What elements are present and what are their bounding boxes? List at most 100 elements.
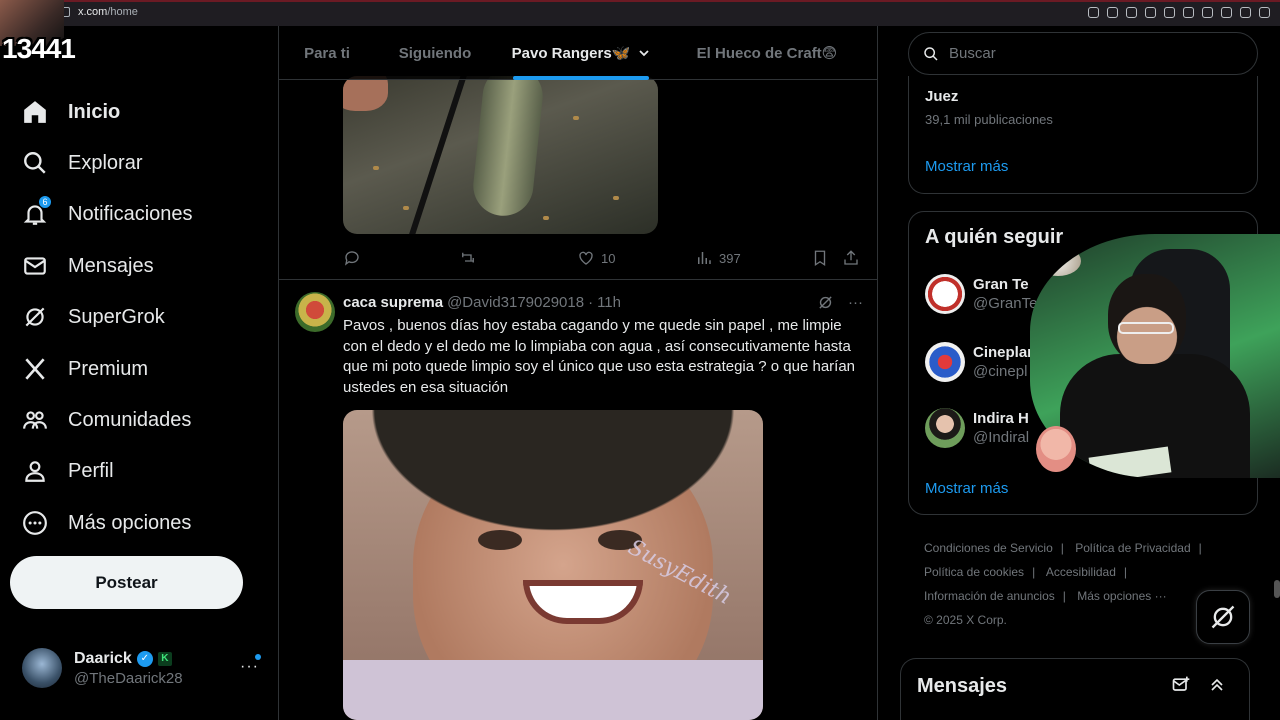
search-input[interactable]: Buscar	[908, 32, 1258, 75]
like-button[interactable]: 10	[577, 249, 615, 267]
trends-card: Juez 39,1 mil publicaciones Mostrar más	[908, 76, 1258, 194]
play-icon[interactable]	[1164, 7, 1175, 18]
sidebar-item-label: Premium	[68, 357, 149, 380]
tab-el-hueco-de-craft[interactable]: El Hueco de Craft😨	[667, 26, 867, 80]
tweet-actions: 10 397	[343, 248, 863, 268]
messages-title: Mensajes	[917, 675, 1008, 697]
affiliate-badge: K	[157, 651, 172, 666]
footer-link[interactable]: Accesibilidad	[1046, 565, 1116, 579]
person-icon	[25, 461, 45, 482]
sidebar-item-label: Explorar	[68, 151, 143, 174]
sidebar-item-label: Notificaciones	[68, 202, 193, 225]
tweet-more-icon[interactable]: ···	[848, 294, 863, 311]
extensions-puzzle-icon[interactable]	[1221, 7, 1232, 18]
sidebar-item-perfil[interactable]: Perfil	[22, 453, 114, 489]
footer-link[interactable]: Más opciones ···	[1077, 589, 1166, 603]
timeline: Para ti Siguiendo Pavo Rangers🦋 El Hueco…	[278, 26, 878, 720]
heart-icon	[579, 251, 593, 265]
grok-icon	[25, 307, 45, 327]
reply-button[interactable]	[343, 249, 361, 267]
pin-icon[interactable]	[1107, 7, 1118, 18]
download-icon[interactable]	[1240, 7, 1251, 18]
verified-badge-icon: ✓	[136, 650, 153, 667]
account-name: Daarick	[74, 649, 132, 667]
views-button[interactable]: 397	[695, 249, 741, 267]
sidebar-item-explorar[interactable]: Explorar	[22, 145, 142, 181]
tab-pavo-rangers[interactable]: Pavo Rangers🦋	[495, 26, 667, 80]
bookmark-icon[interactable]	[1126, 7, 1137, 18]
retweet-button[interactable]	[459, 249, 477, 267]
account-switcher[interactable]: Daarick ✓ K @TheDaarick28 ···	[22, 646, 267, 690]
bookmark-icon	[814, 250, 826, 267]
heart-icon[interactable]	[1183, 7, 1194, 18]
zoom-icon[interactable]	[1088, 7, 1099, 18]
footer-link[interactable]: Política de Privacidad	[1075, 541, 1190, 555]
avatar[interactable]	[295, 292, 335, 332]
show-more-link[interactable]: Mostrar más	[925, 480, 1008, 497]
tweet-author-name[interactable]: caca suprema	[343, 294, 443, 311]
sidebar-item-label: Perfil	[68, 459, 114, 482]
footer-link[interactable]: Política de cookies	[924, 565, 1024, 579]
tweet-author-handle[interactable]: @David3179029018	[447, 294, 584, 311]
x-logo-icon	[25, 358, 45, 380]
browser-toolbar: x.com/home	[0, 0, 1280, 26]
avatar	[925, 408, 965, 448]
sidebar-item-mensajes[interactable]: Mensajes	[22, 248, 154, 284]
trend-post-count: 39,1 mil publicaciones	[925, 112, 1053, 127]
tab-para-ti[interactable]: Para ti	[279, 26, 375, 80]
tweet-divider	[279, 279, 877, 280]
avatar	[925, 342, 965, 382]
post-button[interactable]: Postear	[10, 556, 243, 609]
search-placeholder: Buscar	[949, 45, 996, 62]
search-icon	[24, 152, 46, 174]
sidebar-item-notificaciones[interactable]: 6 Notificaciones	[22, 195, 193, 232]
search-icon	[924, 46, 938, 61]
sidebar-item-premium[interactable]: Premium	[22, 351, 148, 387]
bookmark-button[interactable]	[811, 249, 829, 267]
trend-name[interactable]: Juez	[925, 88, 958, 105]
tab-siguiendo[interactable]: Siguiendo	[375, 26, 495, 80]
address-bar[interactable]: x.com/home	[60, 6, 138, 18]
share-button[interactable]	[842, 249, 860, 267]
new-message-icon[interactable]	[1171, 675, 1191, 695]
menu-icon[interactable]	[1259, 7, 1270, 18]
chevron-double-up-icon[interactable]	[1207, 675, 1227, 695]
browser-extension-icons	[1088, 7, 1270, 18]
sidebar-item-label: Inicio	[68, 100, 121, 123]
sidebar-item-supergrok[interactable]: SuperGrok	[22, 299, 165, 335]
footer-link[interactable]: Información de anuncios	[924, 589, 1055, 603]
page-scrollbar[interactable]	[1274, 580, 1280, 598]
chevron-down-icon[interactable]	[638, 47, 650, 59]
tweet-media-image[interactable]: SusyEdith	[343, 410, 763, 720]
avatar	[22, 648, 62, 688]
footer-link[interactable]: Condiciones de Servicio	[924, 541, 1053, 555]
view-count: 397	[719, 250, 741, 266]
follow-suggestion[interactable]: Indira H @Indiral	[925, 408, 1029, 448]
copyright: © 2025 X Corp.	[924, 613, 1007, 627]
grok-icon[interactable]	[817, 294, 834, 311]
messages-drawer[interactable]: Mensajes	[900, 658, 1250, 720]
shield-icon[interactable]	[1145, 7, 1156, 18]
chart-icon	[698, 252, 711, 264]
grok-button[interactable]	[1196, 590, 1250, 644]
tweet-time[interactable]: 11h	[597, 294, 621, 311]
like-count: 10	[601, 250, 616, 266]
share-icon	[844, 250, 858, 265]
sidebar-item-mas-opciones[interactable]: Más opciones	[22, 505, 191, 541]
url-text[interactable]: x.com/home	[78, 6, 138, 18]
left-sidebar: Inicio Explorar 6 Notificaciones Mensaje…	[0, 26, 278, 720]
retweet-icon	[462, 252, 474, 263]
extension-icon[interactable]	[1202, 7, 1213, 18]
avatar	[925, 274, 965, 314]
reply-icon	[344, 251, 359, 266]
follow-suggestion[interactable]: Cineplan @cinepl	[925, 342, 1036, 382]
account-handle: @TheDaarick28	[74, 669, 183, 687]
show-more-link[interactable]: Mostrar más	[925, 158, 1008, 175]
sidebar-item-inicio[interactable]: Inicio	[22, 94, 120, 130]
sidebar-item-comunidades[interactable]: Comunidades	[22, 402, 191, 438]
who-to-follow-title: A quién seguir	[925, 226, 1064, 248]
follow-suggestion[interactable]: Gran Te @GranTe	[925, 274, 1037, 314]
tweet-separator: ·	[588, 294, 594, 311]
account-more-icon[interactable]: ···	[240, 658, 259, 676]
tweet-media-image[interactable]	[343, 76, 658, 234]
